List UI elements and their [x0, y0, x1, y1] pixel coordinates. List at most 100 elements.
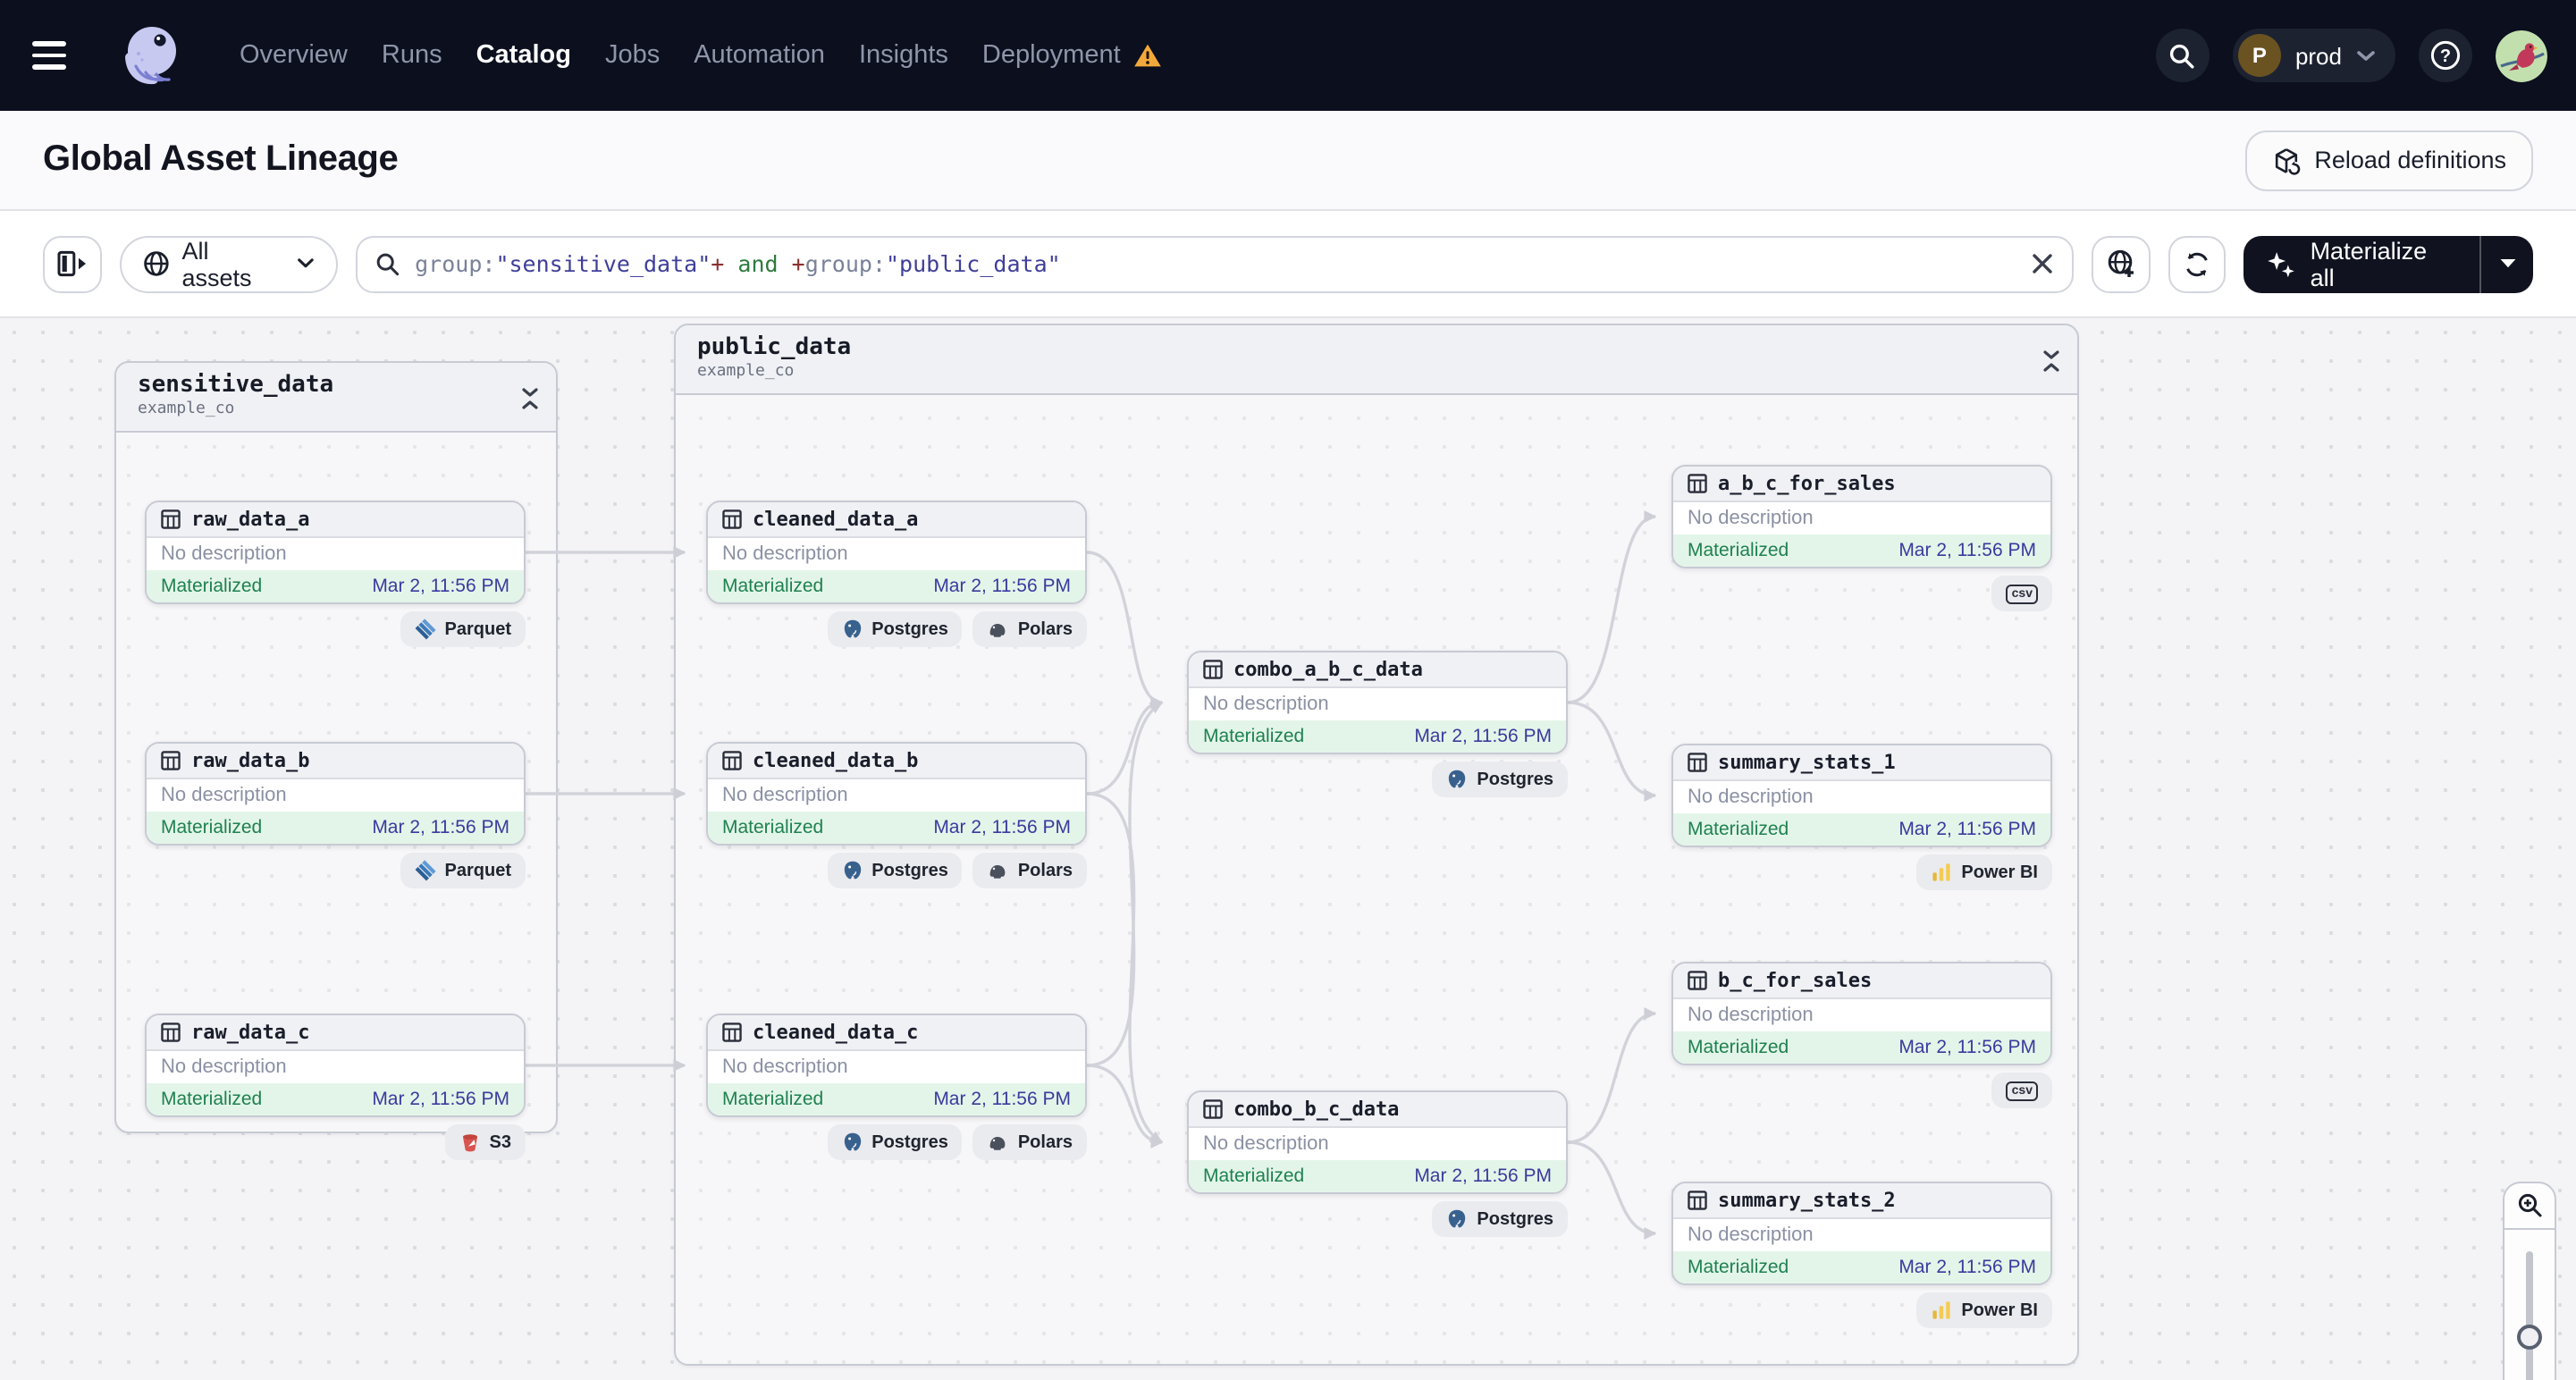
page-title: Global Asset Lineage	[43, 139, 399, 179]
query-token: "sensitive_data"	[495, 250, 711, 277]
asset-node-cleaned_data_b[interactable]: cleaned_data_b No description Materializ…	[706, 742, 1087, 846]
asset-badges: csv	[1671, 1073, 2052, 1108]
materialization-timestamp[interactable]: Mar 2, 11:56 PM	[1898, 1037, 2036, 1058]
clear-search-button[interactable]	[2030, 252, 2053, 275]
status-badge: Materialized	[722, 1089, 824, 1110]
asset-node-header: cleaned_data_a	[708, 502, 1085, 538]
kind-badge-label: Polars	[1017, 1132, 1073, 1152]
dropdown-caret-icon	[2499, 259, 2515, 268]
nav-link-runs[interactable]: Runs	[382, 41, 442, 70]
postgres-icon	[841, 618, 863, 640]
nav-link-jobs[interactable]: Jobs	[605, 41, 660, 70]
hamburger-menu-icon[interactable]	[32, 41, 72, 70]
user-avatar[interactable]	[2496, 29, 2547, 81]
asset-scope-label: All assets	[181, 237, 252, 290]
nav-link-insights[interactable]: Insights	[859, 41, 948, 70]
reload-definitions-button[interactable]: Reload definitions	[2244, 130, 2533, 190]
kind-badge-postgres: Postgres	[827, 611, 963, 647]
asset-node-header: b_c_for_sales	[1673, 963, 2050, 999]
materialization-timestamp[interactable]: Mar 2, 11:56 PM	[372, 817, 509, 838]
asset-node-header: combo_a_b_c_data	[1189, 652, 1566, 688]
materialization-timestamp[interactable]: Mar 2, 11:56 PM	[933, 576, 1071, 597]
kind-badge-label: Polars	[1017, 861, 1073, 880]
collapse-icon	[522, 388, 538, 409]
status-badge: Materialized	[1688, 1257, 1789, 1278]
polars-icon	[988, 618, 1009, 640]
materialization-timestamp[interactable]: Mar 2, 11:56 PM	[1414, 726, 1552, 747]
asset-group-name: sensitive_data	[138, 372, 334, 399]
asset-status-row: Materialized Mar 2, 11:56 PM	[708, 1083, 1085, 1115]
asset-node-raw_data_b[interactable]: raw_data_b No description Materialized M…	[145, 742, 526, 846]
asset-node-summary_stats_1[interactable]: summary_stats_1 No description Materiali…	[1671, 744, 2052, 847]
asset-name: raw_data_b	[191, 749, 310, 772]
materialization-timestamp[interactable]: Mar 2, 11:56 PM	[372, 1089, 509, 1110]
asset-node-combo_b_c_data[interactable]: combo_b_c_data No description Materializ…	[1187, 1090, 1568, 1194]
group-view-toggle-button[interactable]	[2091, 235, 2151, 292]
asset-description: No description	[708, 538, 1085, 570]
materialize-all-button[interactable]: Materialize all	[2244, 235, 2480, 292]
table-icon	[1688, 753, 1707, 772]
refresh-button[interactable]	[2168, 235, 2227, 292]
asset-search-input[interactable]: group: "sensitive_data" + and + group: "publ…	[356, 235, 2074, 292]
nav-link-automation[interactable]: Automation	[694, 41, 825, 70]
table-icon	[722, 509, 742, 529]
materialize-all-split-button: Materialize all	[2243, 235, 2533, 292]
status-badge: Materialized	[1688, 540, 1789, 561]
dagster-logo[interactable]	[111, 14, 193, 97]
nav-link-overview[interactable]: Overview	[240, 41, 348, 70]
nav-link-catalog[interactable]: Catalog	[476, 41, 571, 70]
materialization-timestamp[interactable]: Mar 2, 11:56 PM	[1898, 819, 2036, 840]
asset-node-b_c_for_sales[interactable]: b_c_for_sales No description Materialize…	[1671, 962, 2052, 1065]
kind-badge-parquet: Parquet	[400, 853, 526, 888]
dagster-app: Overview Runs Catalog Jobs Automation In…	[0, 0, 2576, 1380]
asset-node-summary_stats_2[interactable]: summary_stats_2 No description Materiali…	[1671, 1182, 2052, 1285]
asset-node-cleaned_data_a[interactable]: cleaned_data_a No description Materializ…	[706, 501, 1087, 604]
kind-badge-power-bi: Power BI	[1916, 1292, 2052, 1328]
asset-name: cleaned_data_c	[753, 1021, 919, 1044]
lineage-canvas[interactable]: sensitive_data example_co public_data ex…	[0, 318, 2576, 1380]
nav-link-deployment[interactable]: Deployment	[982, 41, 1162, 70]
asset-node-combo_a_b_c_data[interactable]: combo_a_b_c_data No description Material…	[1187, 651, 1568, 754]
zoom-in-icon	[2517, 1193, 2541, 1217]
expand-sidebar-button[interactable]	[43, 235, 102, 292]
warning-icon	[1133, 44, 1161, 67]
materialization-timestamp[interactable]: Mar 2, 11:56 PM	[372, 576, 509, 597]
asset-status-row: Materialized Mar 2, 11:56 PM	[1189, 1160, 1566, 1192]
asset-node-raw_data_c[interactable]: raw_data_c No description Materialized M…	[145, 1014, 526, 1117]
polars-icon	[988, 1132, 1009, 1153]
reload-definitions-label: Reload definitions	[2314, 147, 2506, 173]
asset-description: No description	[708, 779, 1085, 812]
asset-scope-dropdown[interactable]: All assets	[119, 235, 339, 292]
kind-badge-label: Parquet	[444, 619, 511, 639]
materialization-timestamp[interactable]: Mar 2, 11:56 PM	[1898, 1257, 2036, 1278]
asset-group-header[interactable]: public_data example_co	[676, 325, 2077, 395]
globe-icon	[143, 251, 169, 276]
help-button[interactable]: ?	[2419, 29, 2472, 82]
asset-node-raw_data_a[interactable]: raw_data_a No description Materialized M…	[145, 501, 526, 604]
materialization-timestamp[interactable]: Mar 2, 11:56 PM	[1898, 540, 2036, 561]
status-badge: Materialized	[722, 576, 824, 597]
materialization-timestamp[interactable]: Mar 2, 11:56 PM	[933, 817, 1071, 838]
asset-node-cleaned_data_c[interactable]: cleaned_data_c No description Materializ…	[706, 1014, 1087, 1117]
collapse-group-button[interactable]	[522, 386, 538, 418]
collapse-icon	[2043, 350, 2059, 372]
deployment-switcher[interactable]: P prod	[2232, 29, 2395, 82]
asset-node-a_b_c_for_sales[interactable]: a_b_c_for_sales No description Materiali…	[1671, 465, 2052, 568]
materialize-options-button[interactable]	[2481, 235, 2533, 292]
zoom-slider-handle[interactable]	[2517, 1325, 2542, 1350]
materialization-timestamp[interactable]: Mar 2, 11:56 PM	[1414, 1165, 1552, 1187]
asset-name: a_b_c_for_sales	[1718, 472, 1896, 495]
materialization-timestamp[interactable]: Mar 2, 11:56 PM	[933, 1089, 1071, 1110]
help-icon: ?	[2430, 40, 2461, 71]
collapse-group-button[interactable]	[2043, 349, 2059, 381]
zoom-in-button[interactable]	[2504, 1183, 2555, 1230]
zoom-slider-track[interactable]	[2526, 1251, 2533, 1380]
svg-text:?: ?	[2440, 46, 2451, 66]
asset-group-name: public_data	[697, 334, 852, 361]
zoom-slider[interactable]	[2504, 1230, 2555, 1380]
search-button[interactable]	[2155, 29, 2210, 82]
reload-cube-icon	[2275, 147, 2300, 174]
search-icon	[2170, 43, 2195, 68]
asset-group-header[interactable]: sensitive_data example_co	[116, 363, 556, 433]
asset-description: No description	[1673, 999, 2050, 1031]
